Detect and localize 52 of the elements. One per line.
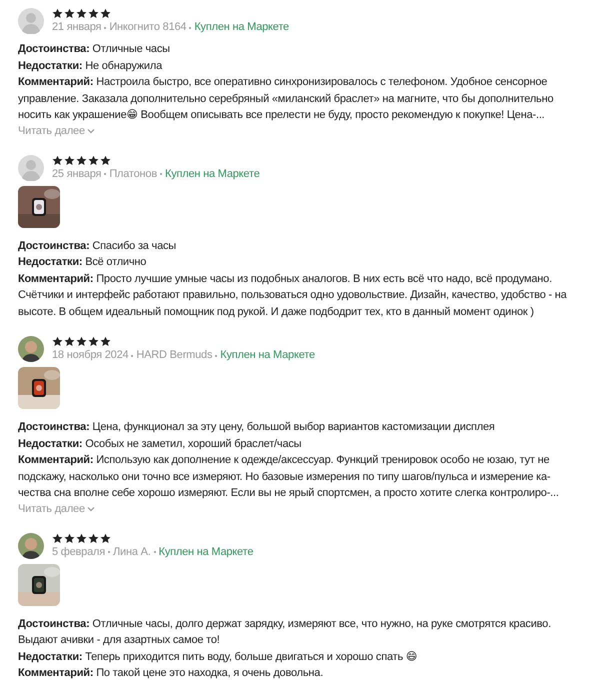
read-more-link[interactable]: Читать далее (18, 124, 95, 138)
review-text: Недостатки: Не обнаружила (18, 58, 164, 74)
review-date: 5 февраля (52, 544, 105, 560)
star-filled-icon (52, 8, 63, 19)
avatar (18, 8, 44, 34)
review-date: 18 ноября 2024 (52, 348, 128, 363)
star-filled-icon (88, 532, 99, 544)
avatar (18, 336, 44, 362)
review-text: Достоинства: Отличные часы (18, 42, 171, 57)
purchase-label: Куплен на Маркете (164, 166, 260, 182)
star-filled-icon (52, 532, 63, 544)
review-date: 21 января (52, 20, 102, 35)
review-text: Недостатки: Особых не заметил, хороший браслет/часы (18, 436, 302, 452)
review-text: Недостатки: Всё отлично (18, 255, 148, 270)
star-filled-icon (64, 8, 75, 19)
author-name: Инкогнито 8164 (109, 20, 186, 35)
review-text: Комментарий: Просто лучшие умные часы из подобных аналогов. В них есть всё что надо, всё продумано. Счётчики и интерфейс работают правильно, пользоваться одно удовольствие. Дизайн, качество, удобство - на высоте. В общем идеальный помощник под рукой. И даже подбодрит тех, кто в данный момент одинок ) (18, 272, 568, 320)
purchase-label: Куплен на Маркете (158, 544, 254, 560)
star-filled-icon (64, 336, 75, 347)
star-filled-icon (100, 532, 111, 544)
star-filled-icon (76, 154, 87, 166)
author-name: Платонов (109, 166, 157, 182)
review-text: Комментарий: Настроила быстро, все оперативно синхронизировалось с телефоном. Удобное сенсорное управление. Заказала дополнительно серебряный «миланский браслет» на магните, что бы дополнительно носить как украшение😁 Вообщем описывать все прелести не буду, просто рекомендую к покупке! Цена-... (18, 75, 554, 123)
author-name: Лина А. (113, 544, 151, 560)
review-text: Комментарий: По такой цене это находка, я очень довольна. (18, 666, 324, 680)
chevron-down-icon (86, 505, 95, 513)
review-text: Недостатки: Теперь приходится пить воду, больше двигаться и хорошо спать 😄 (18, 650, 418, 664)
star-filled-icon (64, 154, 75, 166)
star-filled-icon (52, 336, 63, 347)
star-filled-icon (76, 8, 87, 19)
star-filled-icon (100, 336, 111, 347)
review-text: Комментарий: Использую как дополнение к одежде/аксессуар. Функций тренировок особо не юзаю, тут не подскажу, насколько они точно все измеряют. Но базовые измерения по типу шагов/пульса и измерение ка-чества сна вполне себе хорошо измеряют. Если вы не ярый спортсмен, а просто хотите слегка контролиро-... (18, 453, 560, 501)
star-filled-icon (88, 336, 99, 347)
star-filled-icon (88, 154, 99, 166)
star-filled-icon (100, 8, 111, 19)
review-text: Достоинства: Цена, функционал за эту цену, большой выбор вариантов кастомизации дисплея (18, 420, 496, 435)
read-more-link[interactable]: Читать далее (18, 502, 95, 516)
avatar (18, 532, 44, 558)
chevron-down-icon (86, 127, 95, 135)
star-filled-icon (64, 532, 75, 544)
review-text: Достоинства: Отличные часы, долго держат зарядку, измеряют все, что нужно, на руке смотрятся красиво. Выдают ачивки - для азартных самое то! (18, 616, 552, 648)
review-text: Достоинства: Спасибо за часы (18, 238, 178, 254)
star-filled-icon (76, 532, 87, 544)
star-filled-icon (88, 8, 99, 19)
purchase-label: Куплен на Маркете (194, 20, 289, 35)
star-filled-icon (52, 154, 63, 166)
star-filled-icon (100, 154, 111, 166)
purchase-label: Куплен на Маркете (220, 348, 315, 363)
avatar (18, 154, 44, 180)
review-date: 25 января (52, 166, 102, 182)
star-filled-icon (76, 336, 87, 347)
author-name: HARD Bermuds (136, 348, 212, 363)
